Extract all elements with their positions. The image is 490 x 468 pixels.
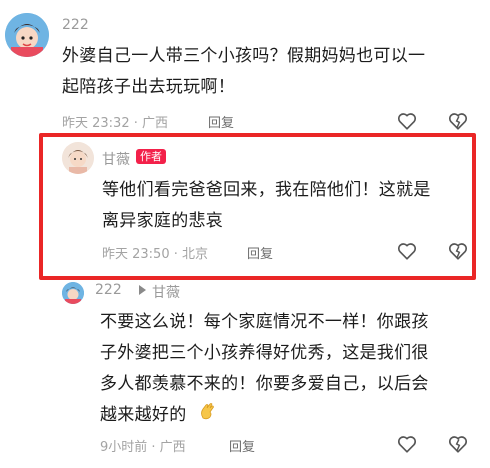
clapping-emoji-icon <box>198 402 216 420</box>
avatar[interactable] <box>5 13 49 57</box>
dislike-icon[interactable] <box>447 433 469 455</box>
author-badge: 作者 <box>136 149 166 164</box>
like-icon[interactable] <box>396 433 418 455</box>
like-icon[interactable] <box>396 110 418 132</box>
comment-text: 外婆自己一人带三个小孩吗？假期妈妈也可以一 起陪孩子出去玩玩啊！ <box>62 46 426 97</box>
avatar[interactable] <box>62 282 84 304</box>
comment-meta: 昨天 23:50 · 北京 <box>102 247 208 262</box>
comment-author[interactable]: 222 <box>95 282 122 298</box>
comment-text: 不要这么说！每个家庭情况不一样！你跟孩 子外婆把三个小孩养得好优秀，这是我们很 … <box>100 312 429 425</box>
comment-author[interactable]: 甘薇 <box>102 149 130 169</box>
reply-to-arrow-icon <box>139 285 146 295</box>
comment-meta: 昨天 23:32 · 广西 <box>62 116 168 131</box>
reply-button[interactable]: 回复 <box>247 243 273 262</box>
reply-button[interactable]: 回复 <box>208 112 234 131</box>
reply-button[interactable]: 回复 <box>229 436 255 455</box>
comment-meta: 9小时前 · 广西 <box>100 440 186 455</box>
comment-author[interactable]: 222 <box>62 17 89 33</box>
comment-text: 等他们看完爸爸回来，我在陪他们！这就是 离异家庭的悲哀 <box>102 180 431 231</box>
dislike-icon[interactable] <box>447 240 469 262</box>
reply-to-user[interactable]: 甘薇 <box>152 282 180 302</box>
avatar[interactable] <box>62 142 94 174</box>
like-icon[interactable] <box>396 240 418 262</box>
dislike-icon[interactable] <box>447 110 469 132</box>
